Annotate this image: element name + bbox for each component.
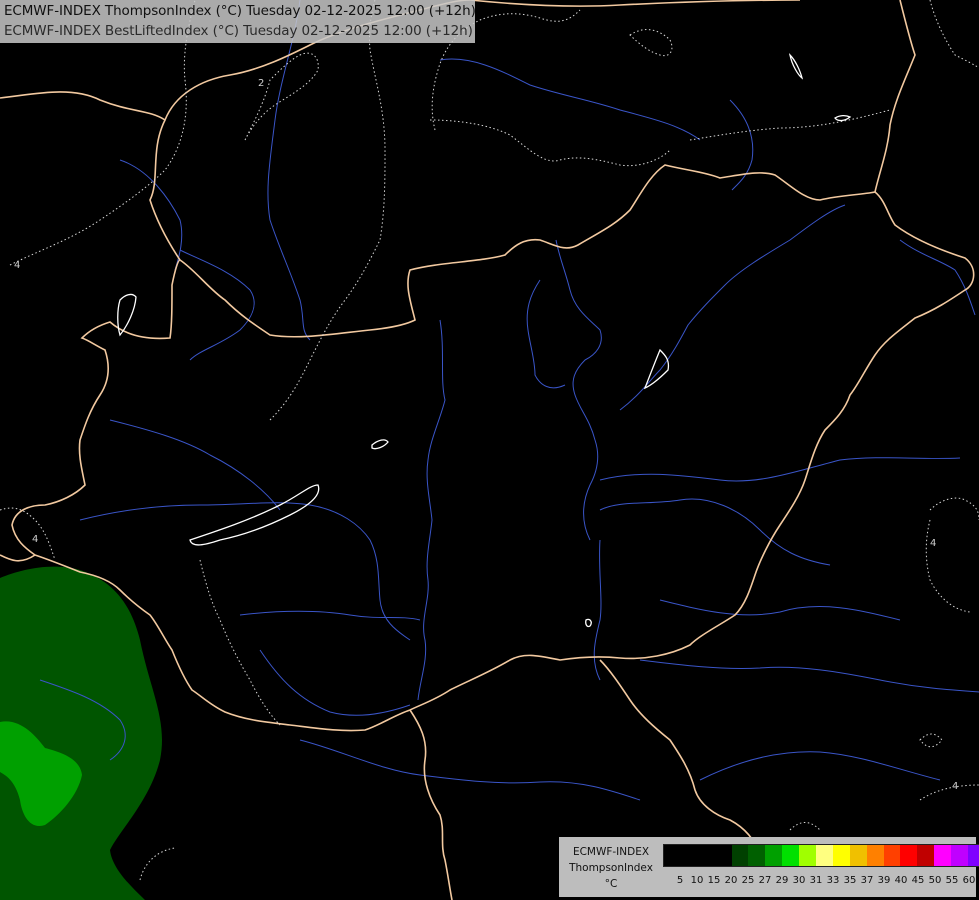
color-legend: ECMWF-INDEX ThompsonIndex °C 5 10 15 20 25 27… bbox=[559, 837, 979, 897]
legend-tick-label: 50 bbox=[928, 875, 942, 886]
legend-tick-label: 60 bbox=[962, 875, 976, 886]
map-title-bestlifted: ECMWF-INDEX BestLiftedIndex (°C) Tuesday… bbox=[4, 23, 473, 39]
legend-swatch bbox=[883, 845, 901, 866]
legend-swatch bbox=[782, 845, 800, 866]
contour-label: 2 bbox=[258, 78, 264, 89]
legend-swatch bbox=[697, 845, 715, 866]
legend-swatch bbox=[664, 845, 681, 866]
map-title-box: ECMWF-INDEX ThompsonIndex (°C) Tuesday 0… bbox=[0, 0, 476, 43]
legend-tick-label: 45 bbox=[911, 875, 925, 886]
legend-tick-label: 5 bbox=[676, 875, 684, 886]
legend-swatch bbox=[832, 845, 850, 866]
legend-model: ECMWF-INDEX bbox=[572, 846, 650, 858]
legend-tick-label: 29 bbox=[775, 875, 789, 886]
legend-tick-label: 39 bbox=[877, 875, 891, 886]
contour-label: 4 bbox=[930, 538, 936, 549]
legend-tick-label: 10 bbox=[690, 875, 704, 886]
legend-swatch bbox=[799, 845, 817, 866]
legend-tick-label: 15 bbox=[707, 875, 721, 886]
legend-swatch bbox=[731, 845, 749, 866]
legend-parameter: ThompsonIndex bbox=[569, 862, 653, 874]
legend-color-bar bbox=[663, 844, 979, 867]
legend-swatch bbox=[849, 845, 867, 866]
contour-label: 4 bbox=[952, 781, 958, 792]
legend-tick-label: 20 bbox=[724, 875, 738, 886]
legend-swatch bbox=[714, 845, 732, 866]
legend-swatch bbox=[900, 845, 918, 866]
map-title-thompson: ECMWF-INDEX ThompsonIndex (°C) Tuesday 0… bbox=[4, 3, 476, 19]
contour-label: 4 bbox=[32, 534, 38, 545]
legend-tick-label: 33 bbox=[826, 875, 840, 886]
legend-unit: °C bbox=[604, 878, 618, 890]
legend-tick-label: 55 bbox=[945, 875, 959, 886]
legend-swatch bbox=[917, 845, 935, 866]
legend-tick-label: 27 bbox=[758, 875, 772, 886]
legend-tick-label: 30 bbox=[792, 875, 806, 886]
weather-map: 4 4 4 4 2 bbox=[0, 0, 979, 900]
legend-tick-label: 25 bbox=[741, 875, 755, 886]
legend-swatch bbox=[866, 845, 884, 866]
legend-swatch bbox=[934, 845, 952, 866]
lakes bbox=[117, 53, 852, 628]
legend-tick-label: 31 bbox=[809, 875, 823, 886]
legend-tick-label: 35 bbox=[843, 875, 857, 886]
legend-swatch bbox=[748, 845, 766, 866]
legend-ticks: 5 10 15 20 25 27 29 30 31 33 35 37 39 40 45 50 55 60 bbox=[663, 875, 976, 889]
legend-swatch bbox=[680, 845, 698, 866]
legend-tick-label: 37 bbox=[860, 875, 874, 886]
legend-swatch bbox=[951, 845, 969, 866]
legend-swatch bbox=[765, 845, 783, 866]
legend-swatch bbox=[968, 845, 979, 866]
legend-swatch bbox=[816, 845, 833, 866]
contour-label: 4 bbox=[14, 260, 20, 271]
legend-tick-label: 40 bbox=[894, 875, 908, 886]
